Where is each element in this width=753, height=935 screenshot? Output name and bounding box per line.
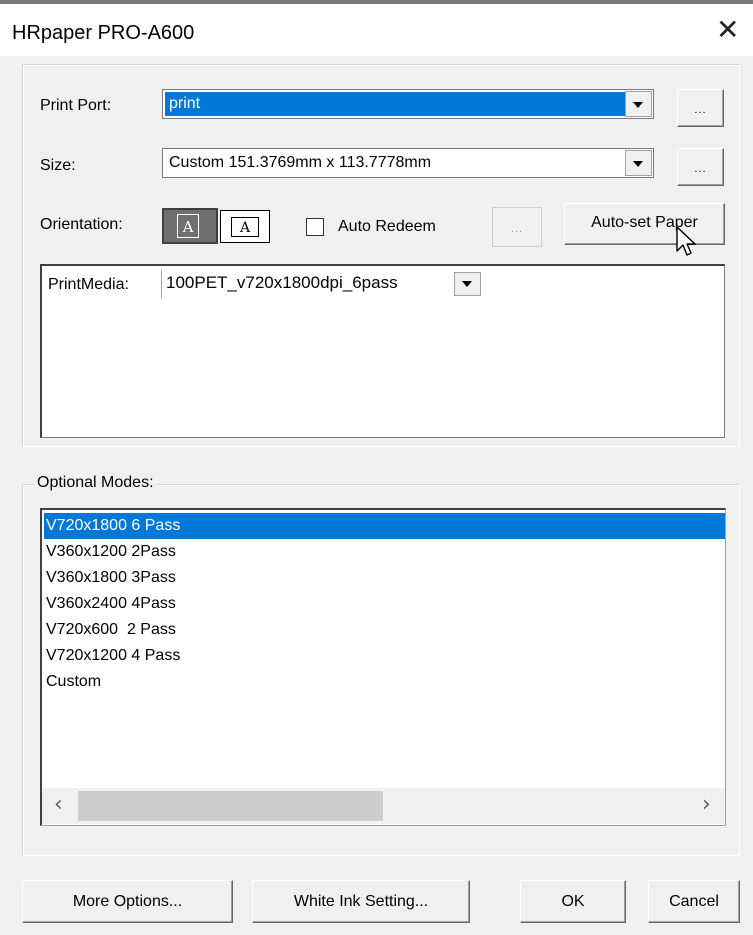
more-options-button[interactable]: More Options... bbox=[22, 880, 233, 923]
auto-redeem-checkbox[interactable] bbox=[306, 218, 324, 236]
print-port-browse-label: ... bbox=[694, 104, 707, 116]
optional-modes-list[interactable]: V720x1800 6 Pass V360x1200 2Pass V360x18… bbox=[40, 508, 726, 826]
landscape-orientation-button[interactable]: A bbox=[220, 210, 270, 243]
scroll-left-icon[interactable]: ‹ bbox=[54, 794, 63, 816]
ok-button[interactable]: OK bbox=[520, 880, 626, 923]
auto-set-paper-button[interactable]: Auto-set Paper bbox=[564, 203, 725, 245]
chevron-down-icon[interactable] bbox=[625, 150, 652, 176]
size-browse-label: ... bbox=[694, 163, 707, 175]
list-item[interactable]: V720x1200 4 Pass bbox=[44, 643, 725, 669]
window-title: HRpaper PRO-A600 bbox=[12, 22, 195, 44]
list-item[interactable]: V360x1800 3Pass bbox=[44, 565, 725, 591]
print-port-value: print bbox=[165, 92, 627, 116]
size-dropdown[interactable]: Custom 151.3769mm x 113.7778mm bbox=[162, 148, 654, 178]
auto-redeem-browse-button[interactable]: ... bbox=[492, 207, 542, 247]
scroll-right-icon[interactable]: › bbox=[702, 794, 711, 816]
scrollbar-thumb[interactable] bbox=[78, 791, 383, 821]
landscape-page-icon: A bbox=[231, 217, 259, 237]
portrait-page-icon: A bbox=[177, 214, 199, 238]
mouse-cursor-icon bbox=[676, 226, 696, 256]
divider bbox=[161, 270, 162, 298]
print-media-dropdown[interactable]: 100PET_v720x1800dpi_6pass bbox=[164, 270, 482, 298]
orientation-label: Orientation: bbox=[40, 216, 123, 233]
print-port-dropdown[interactable]: print bbox=[162, 89, 654, 119]
print-media-label: PrintMedia: bbox=[48, 276, 129, 293]
portrait-orientation-button[interactable]: A bbox=[162, 208, 218, 244]
print-port-browse-button[interactable]: ... bbox=[677, 89, 724, 127]
white-ink-setting-button[interactable]: White Ink Setting... bbox=[252, 880, 470, 923]
print-media-value: 100PET_v720x1800dpi_6pass bbox=[166, 273, 398, 292]
size-value: Custom 151.3769mm x 113.7778mm bbox=[169, 154, 432, 171]
list-item[interactable]: V720x1800 6 Pass bbox=[44, 513, 725, 539]
list-item[interactable]: V720x600 2 Pass bbox=[44, 617, 725, 643]
horizontal-scrollbar[interactable]: ‹ › bbox=[42, 788, 725, 824]
print-port-label: Print Port: bbox=[40, 97, 112, 114]
list-item[interactable]: V360x2400 4Pass bbox=[44, 591, 725, 617]
auto-redeem-label: Auto Redeem bbox=[338, 218, 436, 235]
chevron-down-icon[interactable] bbox=[625, 91, 652, 117]
size-browse-button[interactable]: ... bbox=[677, 148, 724, 186]
chevron-down-icon[interactable] bbox=[454, 272, 481, 296]
list-item[interactable]: Custom bbox=[44, 669, 725, 695]
auto-redeem-browse-label: ... bbox=[510, 223, 524, 235]
close-icon[interactable]: ✕ bbox=[716, 16, 739, 44]
optional-modes-label: Optional Modes: bbox=[34, 474, 157, 492]
list-item[interactable]: V360x1200 2Pass bbox=[44, 539, 725, 565]
size-label: Size: bbox=[40, 157, 76, 174]
cancel-button[interactable]: Cancel bbox=[648, 880, 740, 923]
